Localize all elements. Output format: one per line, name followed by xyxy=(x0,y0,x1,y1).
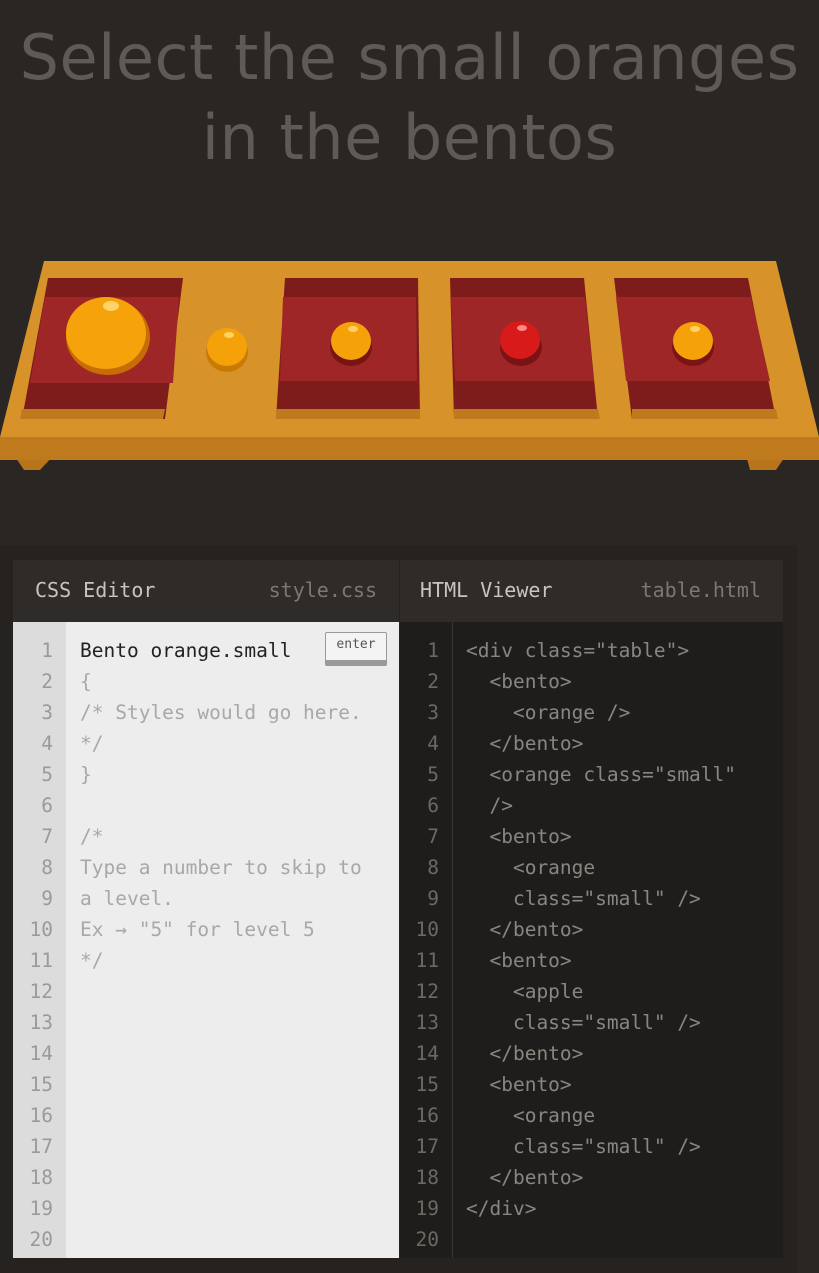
html-code-line[interactable]: <orange xyxy=(466,1104,783,1135)
html-code-line[interactable]: <bento> xyxy=(466,670,783,701)
html-code-line[interactable]: /> xyxy=(466,794,783,825)
html-code-line[interactable]: class="small" /> xyxy=(466,887,783,918)
css-line-number: 3 xyxy=(41,701,53,724)
html-line-number: 5 xyxy=(427,763,439,786)
instruction-line-1: Select the small oranges xyxy=(19,21,800,94)
html-code-line[interactable]: <bento> xyxy=(466,825,783,856)
html-code-line[interactable]: <bento> xyxy=(466,1073,783,1104)
html-line-number: 2 xyxy=(427,670,439,693)
html-code-line[interactable]: <apple xyxy=(466,980,783,1011)
html-line-number: 16 xyxy=(415,1104,439,1127)
html-line-number: 8 xyxy=(427,856,439,879)
css-line-number: 8 xyxy=(41,856,53,879)
css-editor-header: CSS Editor style.css xyxy=(13,560,399,622)
enter-button[interactable]: enter xyxy=(325,632,387,666)
html-code-line[interactable]: </bento> xyxy=(466,732,783,763)
html-code-line[interactable]: </bento> xyxy=(466,918,783,949)
css-line-number: 7 xyxy=(41,825,53,848)
html-code-line[interactable]: <orange xyxy=(466,856,783,887)
html-line-number: 20 xyxy=(415,1228,439,1251)
css-line-number: 1 xyxy=(41,639,53,662)
css-editor: CSS Editor style.css 1 2 3 4 5 6 7 8 9 10 11 12 13 14… xyxy=(13,560,399,1258)
css-editor-filename: style.css xyxy=(268,578,377,602)
html-code-line[interactable]: class="small" /> xyxy=(466,1011,783,1042)
css-code-line: a level. xyxy=(80,887,174,910)
html-viewer-title: HTML Viewer xyxy=(420,578,553,602)
css-line-number: 5 xyxy=(41,763,53,786)
css-code-line: { xyxy=(80,670,92,693)
html-line-number: 4 xyxy=(427,732,439,755)
html-line-number: 11 xyxy=(415,949,439,972)
css-line-number: 11 xyxy=(29,949,53,972)
css-line-number: 16 xyxy=(29,1104,53,1127)
instruction-line-2: in the bentos xyxy=(201,101,618,174)
html-viewer-body: 1 2 3 4 5 6 7 8 9 10 11 12 13 14 15 16 17 18 19 20 <div cla… xyxy=(400,622,783,1258)
html-line-number: 10 xyxy=(415,918,439,941)
html-line-number: 3 xyxy=(427,701,439,724)
css-editor-title: CSS Editor xyxy=(35,578,156,602)
html-line-number: 13 xyxy=(415,1011,439,1034)
html-line-number: 14 xyxy=(415,1042,439,1065)
html-line-numbers: 1 2 3 4 5 6 7 8 9 10 11 12 13 14 15 16 17 18 19 20 xyxy=(400,622,453,1258)
html-viewer-filename: table.html xyxy=(640,578,761,602)
css-line-numbers: 1 2 3 4 5 6 7 8 9 10 11 12 13 14 15 16 17 18 19 20 xyxy=(13,622,66,1258)
html-line-number: 19 xyxy=(415,1197,439,1220)
html-code-line[interactable]: </bento> xyxy=(466,1166,783,1197)
css-line-number: 15 xyxy=(29,1073,53,1096)
html-code-line[interactable]: <div class="table"> xyxy=(466,639,783,670)
css-code-line: /* Styles would go here. xyxy=(80,701,362,724)
html-line-number: 6 xyxy=(427,794,439,817)
css-editor-body: 1 2 3 4 5 6 7 8 9 10 11 12 13 14 15 16 17 18 19 20 Bento or… xyxy=(13,622,399,1258)
css-code-line: Ex → "5" for level 5 xyxy=(80,918,315,941)
css-code-line: /* xyxy=(80,825,104,848)
css-code-line: } xyxy=(80,763,92,786)
html-line-number: 7 xyxy=(427,825,439,848)
bento-3[interactable] xyxy=(450,278,600,419)
css-code-line: */ xyxy=(80,732,104,755)
html-line-number: 9 xyxy=(427,887,439,910)
level-instruction: Select the small oranges in the bentos xyxy=(0,18,819,178)
html-code-line[interactable]: </div> xyxy=(466,1197,783,1228)
html-line-number: 15 xyxy=(415,1073,439,1096)
css-line-number: 14 xyxy=(29,1042,53,1065)
css-line-number: 20 xyxy=(29,1228,53,1251)
html-line-number: 1 xyxy=(427,639,439,662)
css-line-number: 2 xyxy=(41,670,53,693)
css-code: Bento orange.small {/* Styles would go h… xyxy=(80,639,399,980)
html-viewer: HTML Viewer table.html 1 2 3 4 5 6 7 8 9 10 11 12 13… xyxy=(400,560,783,1258)
html-code-line[interactable]: <orange class="small" xyxy=(466,763,783,794)
html-code-line[interactable]: <bento> xyxy=(466,949,783,980)
html-line-number: 17 xyxy=(415,1135,439,1158)
bento-1[interactable] xyxy=(20,278,183,419)
html-line-number: 18 xyxy=(415,1166,439,1189)
html-viewer-header: HTML Viewer table.html xyxy=(400,560,783,622)
css-line-number: 13 xyxy=(29,1011,53,1034)
html-markup: <div class="table"> <bento> <orange /> <… xyxy=(466,639,783,1259)
css-line-number: 9 xyxy=(41,887,53,910)
css-code-line: Type a number to skip to xyxy=(80,856,362,879)
html-code-line[interactable] xyxy=(466,1228,783,1259)
page-edge xyxy=(797,545,819,1273)
css-line-number: 18 xyxy=(29,1166,53,1189)
css-code-line: */ xyxy=(80,949,104,972)
css-line-number: 19 xyxy=(29,1197,53,1220)
game-table xyxy=(0,255,819,485)
css-line-number: 6 xyxy=(41,794,53,817)
bento-2[interactable] xyxy=(276,278,420,419)
html-code-line[interactable]: <orange /> xyxy=(466,701,783,732)
css-line-number: 12 xyxy=(29,980,53,1003)
css-code-line xyxy=(80,794,399,825)
css-line-number: 4 xyxy=(41,732,53,755)
html-code-line[interactable]: class="small" /> xyxy=(466,1135,783,1166)
orange-small-loose[interactable] xyxy=(206,328,248,372)
css-line-number: 10 xyxy=(29,918,53,941)
html-line-number: 12 xyxy=(415,980,439,1003)
css-line-number: 17 xyxy=(29,1135,53,1158)
html-code-line[interactable]: </bento> xyxy=(466,1042,783,1073)
